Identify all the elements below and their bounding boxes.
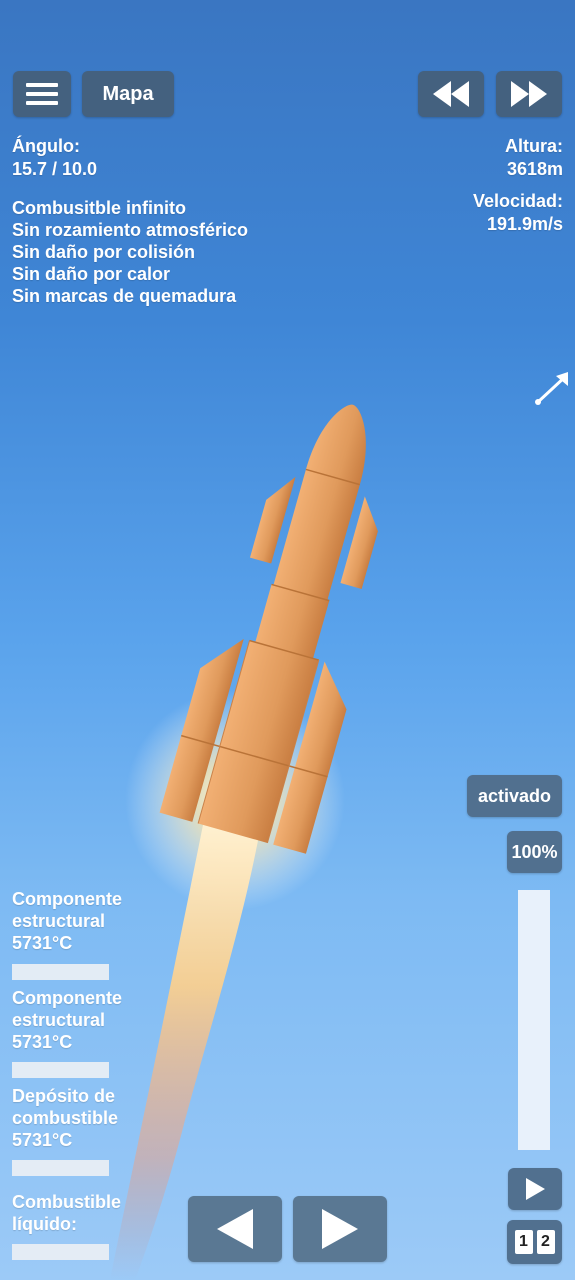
- part-temperature: 5731°C: [12, 1032, 73, 1052]
- part-temperature: 5731°C: [12, 933, 73, 953]
- temperature-bar: [12, 1160, 109, 1176]
- direction-arrow-icon: [535, 372, 568, 405]
- rocket-lower-stage: [198, 640, 319, 843]
- cheats-list: Combusitble infinito Sin rozamiento atmo…: [12, 197, 248, 307]
- throttle-percent: 100%: [511, 841, 558, 862]
- engine-glow: [125, 690, 345, 910]
- temperature-bar: [12, 1244, 109, 1260]
- fast-forward-icon: [511, 81, 547, 107]
- upper-booster-right: [340, 496, 378, 589]
- engine-activated-button[interactable]: activado: [467, 775, 562, 817]
- play-icon: [526, 1178, 545, 1200]
- temperature-item: Depósito de combustible 5731°C: [12, 1085, 118, 1151]
- lower-booster-right: [273, 661, 347, 854]
- rewind-button[interactable]: [418, 71, 484, 117]
- rocket-middle-stage: [255, 584, 330, 659]
- stage-2[interactable]: 2: [536, 1230, 555, 1254]
- angle-value: 15.7 / 10.0: [12, 159, 98, 179]
- rotate-left-button[interactable]: [188, 1196, 282, 1262]
- rocket-nose: [305, 404, 366, 485]
- engine-activated-label: activado: [477, 785, 552, 806]
- part-name-line1: Componente: [12, 889, 122, 909]
- part-name-line1: Combustible: [12, 1192, 122, 1212]
- stage-1[interactable]: 1: [514, 1230, 533, 1254]
- velocity-label: Velocidad:: [472, 191, 563, 211]
- cheat-no-burn-marks: Sin marcas de quemadura: [12, 286, 237, 306]
- cheat-no-collision: Sin daño por colisión: [12, 242, 196, 262]
- throttle-slider[interactable]: [518, 890, 550, 1150]
- altitude-value: 3618m: [506, 159, 563, 179]
- angle-label: Ángulo:: [12, 136, 80, 156]
- lower-booster-left: [159, 638, 244, 822]
- temperature-item: Componente estructural 5731°C: [12, 888, 122, 954]
- temperature-item: Componente estructural 5731°C: [12, 987, 122, 1053]
- rotate-right-button[interactable]: [293, 1196, 387, 1262]
- part-name-line2: estructural: [12, 1010, 106, 1030]
- throttle-readout: 100%: [507, 831, 562, 873]
- rotate-left-icon: [217, 1209, 253, 1249]
- part-name-line2: líquido:: [12, 1214, 77, 1234]
- temperature-item: Combustible líquido:: [12, 1191, 121, 1235]
- rotate-right-icon: [322, 1209, 358, 1249]
- stage-selector[interactable]: 1 2: [507, 1220, 562, 1264]
- rocket: [159, 404, 378, 854]
- fast-forward-button[interactable]: [496, 71, 562, 117]
- part-name-line2: combustible: [12, 1108, 119, 1128]
- rewind-icon: [433, 81, 469, 107]
- menu-button[interactable]: [13, 71, 71, 117]
- velocity-value: 191.9m/s: [486, 214, 563, 234]
- part-name-line1: Componente: [12, 988, 122, 1008]
- altitude-label: Altura:: [505, 136, 563, 156]
- cheat-no-heat: Sin daño por calor: [12, 264, 171, 284]
- stage-play-button[interactable]: [508, 1168, 562, 1210]
- upper-booster-left: [249, 476, 296, 564]
- part-temperature: 5731°C: [12, 1130, 73, 1150]
- part-name-line1: Depósito de: [12, 1086, 116, 1106]
- map-button-label: Mapa: [102, 82, 154, 105]
- cheat-no-drag: Sin rozamiento atmosférico: [12, 220, 249, 240]
- throttle-fill: [518, 890, 550, 1150]
- part-name-line2: estructural: [12, 911, 106, 931]
- hamburger-icon: [26, 78, 58, 110]
- cheat-infinite-fuel: Combusitble infinito: [12, 198, 186, 218]
- temperature-bar: [12, 1062, 109, 1078]
- map-button[interactable]: Mapa: [82, 71, 174, 117]
- temperature-bar: [12, 964, 109, 980]
- rocket-upper-stage: [273, 469, 360, 601]
